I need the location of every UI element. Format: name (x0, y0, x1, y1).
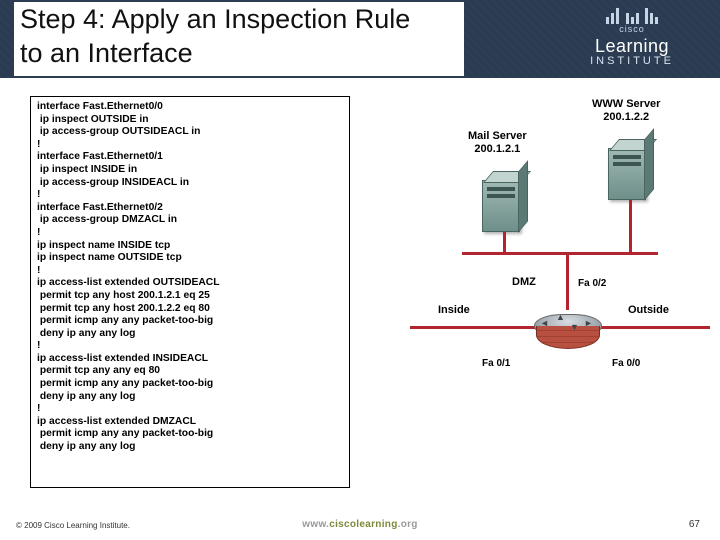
www-server-name: WWW Server (592, 98, 660, 110)
logo-brand-text: Learning (562, 36, 702, 57)
url-suffix: .org (398, 519, 418, 530)
link-mail (503, 232, 506, 252)
www-server-icon (608, 136, 652, 200)
link-dmz-router (566, 252, 569, 310)
slide-content: interface Fast.Ethernet0/0 ip inspect OU… (30, 96, 690, 496)
cisco-bars-icon (605, 6, 659, 24)
slide-title: Step 4: Apply an Inspection Rule to an I… (20, 2, 410, 70)
footer-url: www.ciscolearning.org (0, 519, 720, 530)
url-main: ciscolearning (329, 519, 397, 530)
logo-cisco-text: cisco (562, 24, 702, 34)
www-server-label: WWW Server 200.1.2.2 (592, 98, 660, 124)
dmz-label: DMZ (512, 276, 536, 288)
fa02-label: Fa 0/2 (578, 278, 606, 289)
mail-server-label: Mail Server 200.1.2.1 (468, 130, 527, 156)
inside-label: Inside (438, 304, 470, 316)
logo-sub-text: INSTITUTE (562, 55, 702, 67)
mail-server-name: Mail Server (468, 130, 527, 142)
fa00-label: Fa 0/0 (612, 358, 640, 369)
cisco-learning-logo: cisco Learning INSTITUTE (562, 6, 702, 67)
title-line-2: to an Interface (20, 38, 193, 68)
page-number: 67 (689, 519, 700, 530)
mail-server-ip: 200.1.2.1 (474, 143, 520, 155)
www-server-ip: 200.1.2.2 (603, 111, 649, 123)
fa01-label: Fa 0/1 (482, 358, 510, 369)
dmz-segment (462, 252, 658, 255)
outside-label: Outside (628, 304, 669, 316)
slide-header: Step 4: Apply an Inspection Rule to an I… (0, 0, 720, 78)
link-www (629, 200, 632, 252)
title-line-1: Step 4: Apply an Inspection Rule (20, 4, 410, 34)
url-prefix: www. (302, 519, 329, 530)
mail-server-icon (482, 168, 526, 232)
network-diagram: Mail Server 200.1.2.1 WWW Server 200.1.2… (390, 96, 720, 416)
config-code-block: interface Fast.Ethernet0/0 ip inspect OU… (30, 96, 350, 488)
router-icon: ◄ ► ▲ ▼ (534, 314, 600, 354)
